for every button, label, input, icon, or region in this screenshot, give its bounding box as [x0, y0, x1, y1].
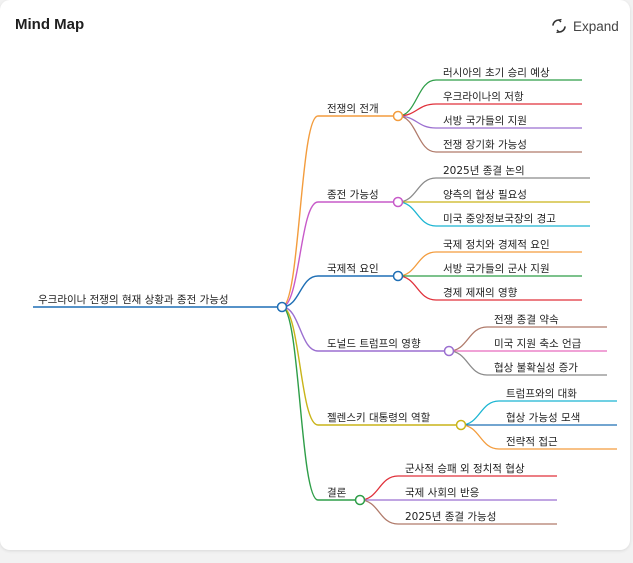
leaf-node-label[interactable]: 협상 가능성 모색	[506, 411, 580, 424]
leaf-node-label[interactable]: 협상 불확실성 증가	[494, 361, 578, 374]
leaf-connector	[460, 424, 500, 450]
leaf-node-label[interactable]: 미국 중앙정보국장의 경고	[443, 212, 556, 225]
leaf-connector	[460, 400, 500, 426]
branch-collapse-toggle[interactable]	[392, 270, 404, 282]
branch-node-label[interactable]: 종전 가능성	[327, 189, 379, 201]
leaf-node-label[interactable]: 2025년 종결 가능성	[405, 511, 496, 523]
leaf-connector	[397, 177, 437, 203]
leaf-node-label[interactable]: 전략적 접근	[506, 436, 558, 448]
branch-connector	[281, 306, 319, 501]
leaf-node-label[interactable]: 서방 국가들의 지원	[443, 115, 527, 127]
leaf-connector	[359, 499, 399, 525]
leaf-connector	[448, 350, 488, 376]
branch-collapse-toggle[interactable]	[392, 110, 404, 122]
leaf-node-label[interactable]: 우크라이나의 저항	[443, 91, 524, 103]
root-node-label: 우크라이나 전쟁의 현재 상황과 종전 가능성	[38, 294, 229, 306]
root-collapse-toggle[interactable]	[276, 301, 288, 313]
leaf-connector	[397, 251, 437, 277]
leaf-node-label[interactable]: 서방 국가들의 군사 지원	[443, 263, 550, 275]
mind-map-canvas: 우크라이나 전쟁의 현재 상황과 종전 가능성 전쟁의 전개 러시아의 초기 승리 …	[33, 66, 617, 525]
leaf-connector	[359, 475, 399, 501]
branch-collapse-toggle[interactable]	[354, 494, 366, 506]
leaf-node-label[interactable]: 국제 사회의 반응	[405, 487, 480, 499]
leaf-node-label[interactable]: 미국 지원 축소 언급	[494, 338, 582, 350]
leaf-node-label[interactable]: 트럼프와의 대화	[506, 387, 577, 400]
branch-collapse-toggle[interactable]	[392, 196, 404, 208]
leaf-node-label[interactable]: 양측의 협상 필요성	[443, 188, 527, 201]
branch-node-label[interactable]: 결론	[327, 487, 347, 499]
leaf-node-label[interactable]: 경제 제재의 영향	[443, 286, 518, 299]
leaf-node-label[interactable]: 러시아의 초기 승리 예상	[443, 66, 550, 79]
branch-connector	[281, 115, 319, 308]
mind-map-card: Mind Map Expand 우크라이나 전쟁의 현재 상황과 종전 가능성 전…	[0, 0, 630, 550]
branch-node-label[interactable]: 전쟁의 전개	[327, 103, 379, 115]
leaf-node-label[interactable]: 전쟁 장기화 가능성	[443, 139, 527, 151]
branch-node-label[interactable]: 도널드 트럼프의 영향	[327, 337, 421, 350]
leaf-connector	[397, 275, 437, 301]
branch-collapse-toggle[interactable]	[455, 419, 467, 431]
leaf-node-label[interactable]: 전쟁 종결 약속	[494, 314, 559, 326]
branch-node-label[interactable]: 국제적 요인	[327, 263, 379, 275]
leaf-node-label[interactable]: 군사적 승패 외 정치적 협상	[405, 462, 525, 475]
branch-node-label[interactable]: 젤렌스키 대통령의 역할	[327, 412, 431, 424]
leaf-node-label[interactable]: 2025년 종결 논의	[443, 165, 525, 177]
leaf-connector	[397, 201, 437, 227]
leaf-node-label[interactable]: 국제 정치와 경제적 요인	[443, 238, 550, 251]
leaf-connector	[448, 326, 488, 352]
branch-collapse-toggle[interactable]	[443, 345, 455, 357]
